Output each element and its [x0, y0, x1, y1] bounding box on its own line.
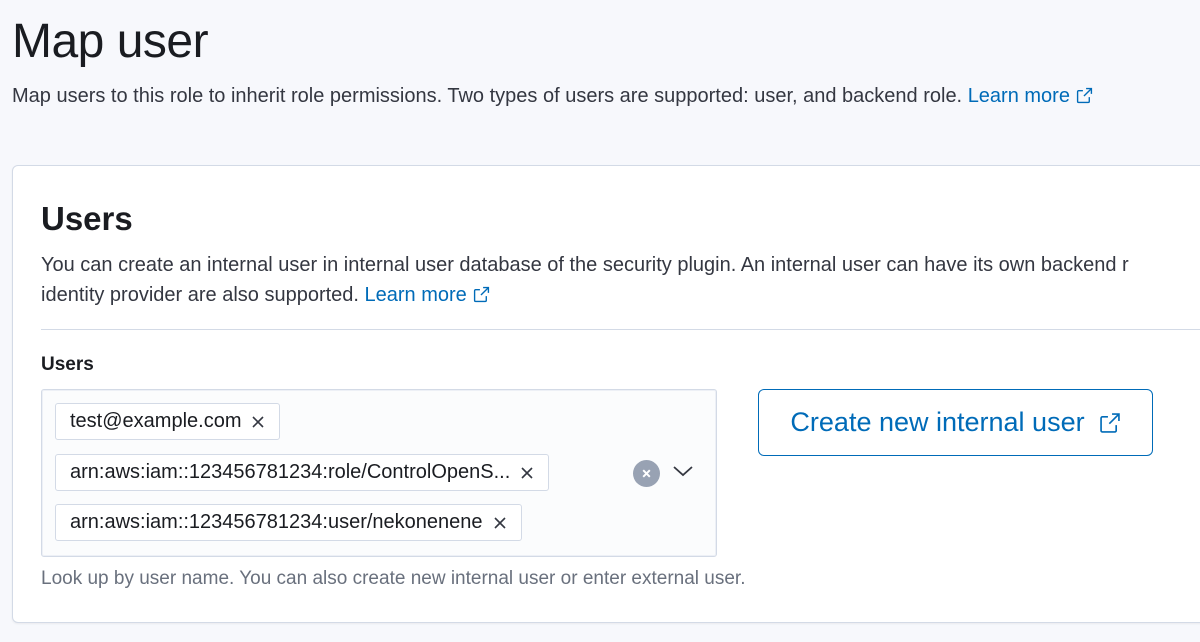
panel-description: You can create an internal user in inter…	[41, 250, 1200, 310]
clear-icon	[642, 469, 651, 478]
user-pill: arn:aws:iam::123456781234:user/nekonenen…	[55, 504, 522, 541]
panel-learn-more-link[interactable]: Learn more	[365, 284, 490, 306]
user-pill: test@example.com	[55, 403, 281, 440]
user-pill-label: arn:aws:iam::123456781234:user/nekonenen…	[70, 511, 483, 533]
remove-user-button[interactable]	[520, 466, 534, 480]
page-description: Map users to this role to inherit role p…	[12, 85, 1093, 108]
user-pill-label: arn:aws:iam::123456781234:role/ControlOp…	[70, 461, 511, 483]
users-combo-box[interactable]: test@example.com arn:aws:iam::1234567812…	[41, 389, 717, 557]
external-link-icon	[1099, 412, 1120, 433]
dropdown-toggle[interactable]	[672, 464, 694, 483]
panel-description-line-2-text: identity provider are also supported.	[41, 284, 359, 306]
chevron-down-icon	[673, 466, 693, 477]
user-pill-label: test@example.com	[70, 410, 242, 432]
user-pill: arn:aws:iam::123456781234:role/ControlOp…	[55, 454, 550, 491]
cross-icon	[252, 415, 265, 428]
panel-description-line-2: identity provider are also supported. Le…	[41, 280, 1200, 310]
create-internal-user-button[interactable]: Create new internal user	[758, 389, 1153, 456]
header-learn-more-label: Learn more	[967, 85, 1070, 107]
users-help-text: Look up by user name. You can also creat…	[41, 568, 746, 589]
cross-icon	[493, 516, 506, 529]
clear-selection-button[interactable]	[633, 460, 660, 487]
remove-user-button[interactable]	[251, 415, 265, 429]
page-description-text: Map users to this role to inherit role p…	[12, 85, 963, 107]
users-panel: Users You can create an internal user in…	[12, 165, 1200, 623]
external-link-icon	[473, 286, 489, 303]
cross-icon	[521, 466, 533, 479]
header-learn-more-link[interactable]: Learn more	[968, 85, 1093, 107]
panel-description-line-1: You can create an internal user in inter…	[41, 254, 1129, 276]
page-title: Map user	[12, 15, 209, 68]
users-field-label: Users	[41, 354, 94, 375]
section-divider	[41, 329, 1200, 330]
panel-title: Users	[41, 200, 133, 237]
remove-user-button[interactable]	[493, 516, 507, 530]
create-internal-user-label: Create new internal user	[790, 407, 1085, 437]
panel-learn-more-label: Learn more	[364, 284, 467, 306]
external-link-icon	[1076, 87, 1093, 104]
